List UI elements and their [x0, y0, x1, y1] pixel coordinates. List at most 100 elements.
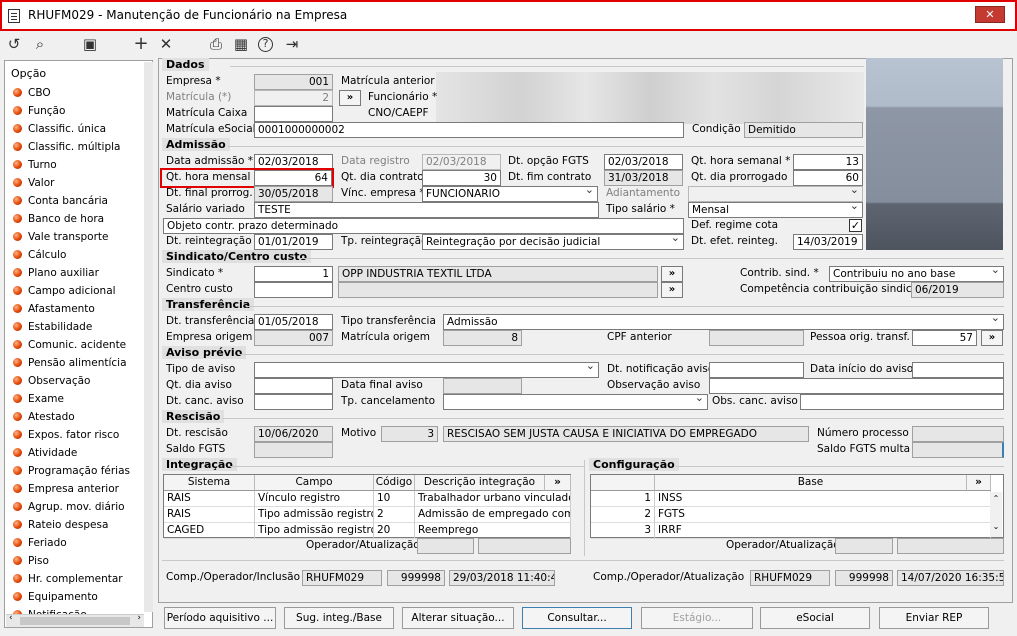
table-cell[interactable]: Tipo admissão registro — [255, 507, 374, 523]
col-base[interactable]: Base — [655, 475, 967, 491]
alterar-situacao-button[interactable]: Alterar situação... — [402, 607, 514, 629]
sidebar-item[interactable]: Atividade — [13, 447, 77, 463]
sidebar-item[interactable]: Vale transporte — [13, 231, 109, 247]
qt-dia-aviso-field[interactable] — [254, 378, 333, 394]
help-icon[interactable]: ? — [258, 37, 273, 52]
periodo-aquisitivo-button[interactable]: Período aquisitivo ... — [164, 607, 276, 629]
qt-dia-prorrogado-field[interactable]: 60 — [793, 170, 863, 186]
pessoa-orig-transf-field[interactable]: 57 — [912, 330, 977, 346]
sidebar-item[interactable]: Rateio despesa — [13, 519, 108, 535]
configuracao-expand-button[interactable]: » — [967, 475, 991, 491]
obs-canc-aviso-field[interactable] — [800, 394, 1004, 410]
data-registro-field[interactable]: 02/03/2018 — [422, 154, 501, 170]
print-icon[interactable]: ⎙ — [206, 34, 226, 54]
objeto-contrato-field[interactable]: Objeto contr. prazo determinado — [163, 218, 684, 234]
estagio-button[interactable]: Estágio... — [641, 607, 753, 629]
refresh-icon[interactable]: ↺ — [4, 34, 24, 54]
sidebar-item[interactable]: Valor — [13, 177, 54, 193]
sidebar-item[interactable]: Banco de hora — [13, 213, 104, 229]
tipo-transferencia-select[interactable]: Admissão — [443, 314, 1004, 330]
table-cell[interactable]: Trabalhador urbano vinculado a — [415, 491, 571, 507]
matricula-field[interactable]: 2 — [254, 90, 333, 106]
table-cell[interactable]: Admissão de empregado com e — [415, 507, 571, 523]
options-vertical-scrollbar[interactable] — [144, 62, 153, 612]
sidebar-item[interactable]: Plano auxiliar — [13, 267, 99, 283]
tp-cancelamento-select[interactable] — [443, 394, 708, 410]
qt-hora-semanal-field[interactable]: 13 — [793, 154, 863, 170]
sidebar-item[interactable]: Observação — [13, 375, 90, 391]
dt-canc-aviso-field[interactable] — [254, 394, 333, 410]
dt-opcao-fgts-field[interactable]: 02/03/2018 — [604, 154, 683, 170]
table-cell[interactable]: INSS — [655, 491, 991, 507]
consultar-button[interactable]: Consultar... — [522, 607, 632, 629]
col-descricao[interactable]: Descrição integração — [415, 475, 545, 491]
observacao-aviso-field[interactable] — [709, 378, 1004, 394]
table-cell[interactable]: 2 — [591, 507, 655, 523]
sidebar-item[interactable]: Conta bancária — [13, 195, 108, 211]
table-cell[interactable]: RAIS — [164, 491, 255, 507]
sidebar-item[interactable]: Comunic. acidente — [13, 339, 126, 355]
options-horizontal-scrollbar[interactable]: ‹ › — [6, 613, 144, 627]
integracao-table[interactable]: Sistema Campo Código Descrição integraçã… — [163, 474, 571, 539]
matricula-caixa-field[interactable] — [254, 106, 333, 122]
sidebar-item[interactable]: Programação férias — [13, 465, 130, 481]
calendar-icon[interactable]: ▦ — [231, 34, 251, 54]
col-sistema[interactable]: Sistema — [164, 475, 255, 491]
table-cell[interactable]: Vínculo registro — [255, 491, 374, 507]
qt-dia-contrato-field[interactable]: 30 — [422, 170, 501, 186]
sidebar-item[interactable]: Agrup. mov. diário — [13, 501, 125, 517]
sidebar-item[interactable]: Equipamento — [13, 591, 98, 607]
qt-hora-mensal-field[interactable]: 64 — [254, 170, 332, 186]
configuracao-scrollbar[interactable]: ⌃ ⌄ — [990, 492, 1002, 537]
close-button[interactable]: ✕ — [975, 6, 1005, 23]
tipo-salario-select[interactable]: Mensal — [688, 202, 863, 218]
sidebar-item[interactable]: Cálculo — [13, 249, 66, 265]
sidebar-item[interactable]: Turno — [13, 159, 57, 175]
table-cell[interactable]: FGTS — [655, 507, 991, 523]
sug-integ-base-button[interactable]: Sug. integ./Base — [284, 607, 394, 629]
salario-variado-field[interactable]: TESTE — [254, 202, 599, 218]
sidebar-item[interactable]: Classific. única — [13, 123, 106, 139]
search-icon[interactable]: ⌕ — [30, 34, 50, 54]
dt-notificacao-aviso-field[interactable] — [709, 362, 804, 378]
sidebar-item[interactable]: Hr. complementar — [13, 573, 123, 589]
save-icon[interactable]: ▣ — [80, 34, 100, 54]
esocial-button[interactable]: eSocial — [760, 607, 870, 629]
tipo-aviso-select[interactable] — [254, 362, 599, 378]
integracao-expand-button[interactable]: » — [545, 475, 571, 491]
tp-reintegracao-select[interactable]: Reintegração por decisão judicial — [422, 234, 684, 250]
sidebar-item[interactable]: Piso — [13, 555, 49, 571]
sidebar-item[interactable]: Atestado — [13, 411, 75, 427]
data-inicio-aviso-field[interactable] — [912, 362, 1004, 378]
table-cell[interactable]: RAIS — [164, 507, 255, 523]
table-cell[interactable]: 2 — [374, 507, 415, 523]
sidebar-item[interactable]: Função — [13, 105, 65, 121]
contrib-sind-select[interactable]: Contribuiu no ano base — [829, 266, 1004, 282]
sidebar-item[interactable]: Empresa anterior — [13, 483, 119, 499]
funcionario-lookup-button[interactable]: » — [339, 90, 361, 106]
pessoa-lookup-button[interactable]: » — [981, 330, 1003, 346]
sidebar-item[interactable]: Afastamento — [13, 303, 95, 319]
cancel-icon[interactable]: ✕ — [156, 34, 176, 54]
sindicato-code-field[interactable]: 1 — [254, 266, 333, 282]
add-icon[interactable]: + — [131, 34, 151, 54]
centro-custo-lookup-button[interactable]: » — [661, 282, 683, 298]
table-cell[interactable]: 1 — [591, 491, 655, 507]
table-cell[interactable]: 10 — [374, 491, 415, 507]
exit-icon[interactable]: ⇥ — [282, 34, 302, 54]
centro-custo-field[interactable] — [254, 282, 333, 298]
def-regime-cota-checkbox[interactable]: ✓ — [849, 219, 862, 232]
sidebar-item[interactable]: Feriado — [13, 537, 67, 553]
sidebar-item[interactable]: Estabilidade — [13, 321, 92, 337]
empresa-field[interactable]: 001 — [254, 74, 333, 90]
dt-efet-reinteg-field[interactable]: 14/03/2019 — [793, 234, 863, 250]
sidebar-item[interactable]: Expos. fator risco — [13, 429, 119, 445]
dt-reintegracao-field[interactable]: 01/01/2019 — [254, 234, 333, 250]
sidebar-item[interactable]: Campo adicional — [13, 285, 116, 301]
col-campo[interactable]: Campo — [255, 475, 374, 491]
matricula-esocial-field[interactable]: 0001000000002 — [254, 122, 684, 138]
sindicato-lookup-button[interactable]: » — [661, 266, 683, 282]
table-cell[interactable]: 20 — [374, 523, 415, 539]
table-cell[interactable]: IRRF — [655, 523, 991, 539]
configuracao-table[interactable]: Base » 1 INSS 2 FGTS 3 IRRF ⌃ ⌄ — [590, 474, 1004, 539]
